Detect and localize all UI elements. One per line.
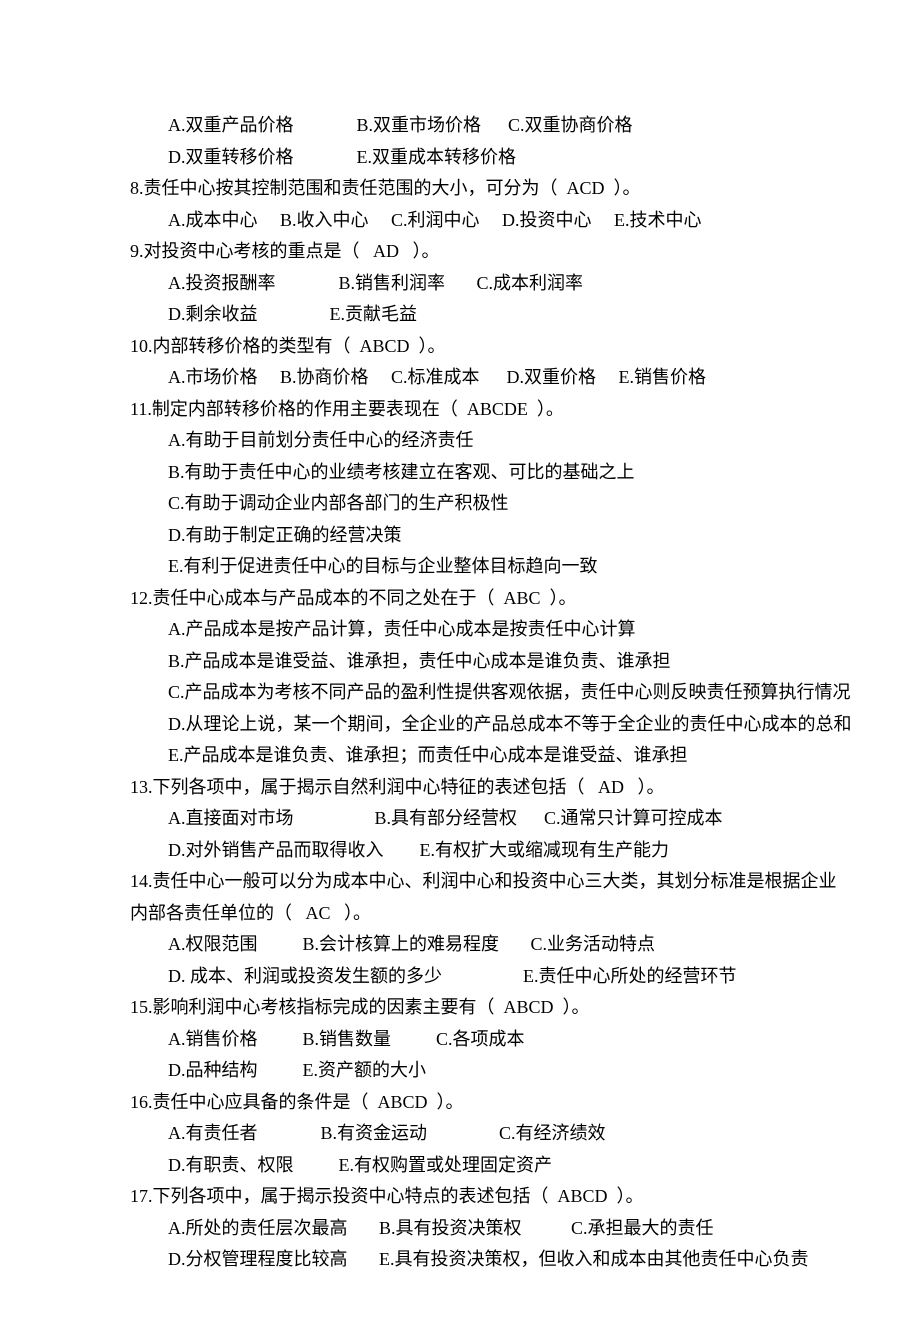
option-line: A.所处的责任层次最高 B.具有投资决策权 C.承担最大的责任 [130,1213,790,1245]
question-line: 17.下列各项中，属于揭示投资中心特点的表述包括（ ABCD ）。 [130,1181,790,1213]
option-line: D.剩余收益 E.贡献毛益 [130,299,790,331]
option-line: A.有助于目前划分责任中心的经济责任 [130,425,790,457]
option-line: D.对外销售产品而取得收入 E.有权扩大或缩减现有生产能力 [130,835,790,867]
option-line: B.产品成本是谁受益、谁承担，责任中心成本是谁负责、谁承担 [130,646,790,678]
option-line: A.投资报酬率 B.销售利润率 C.成本利润率 [130,268,790,300]
option-line: D.有助于制定正确的经营决策 [130,520,790,552]
question-line: 14.责任中心一般可以分为成本中心、利润中心和投资中心三大类，其划分标准是根据企… [130,866,790,898]
option-line: E.产品成本是谁负责、谁承担；而责任中心成本是谁受益、谁承担 [130,740,790,772]
question-line: 12.责任中心成本与产品成本的不同之处在于（ ABC ）。 [130,583,790,615]
question-line: 10.内部转移价格的类型有（ ABCD ）。 [130,331,790,363]
option-line: E.有利于促进责任中心的目标与企业整体目标趋向一致 [130,551,790,583]
option-line: C.有助于调动企业内部各部门的生产积极性 [130,488,790,520]
option-line: D.双重转移价格 E.双重成本转移价格 [130,142,790,174]
option-line: A.双重产品价格 B.双重市场价格 C.双重协商价格 [130,110,790,142]
option-line: D. 成本、利润或投资发生额的多少 E.责任中心所处的经营环节 [130,961,790,993]
question-line: 15.影响利润中心考核指标完成的因素主要有（ ABCD ）。 [130,992,790,1024]
option-line: A.直接面对市场 B.具有部分经营权 C.通常只计算可控成本 [130,803,790,835]
question-line: 9.对投资中心考核的重点是（ AD ）。 [130,236,790,268]
option-line: D.品种结构 E.资产额的大小 [130,1055,790,1087]
question-line: 16.责任中心应具备的条件是（ ABCD ）。 [130,1087,790,1119]
question-line: 8.责任中心按其控制范围和责任范围的大小，可分为（ ACD ）。 [130,173,790,205]
option-line: D.分权管理程度比较高 E.具有投资决策权，但收入和成本由其他责任中心负责 [130,1244,790,1276]
option-line: A.成本中心 B.收入中心 C.利润中心 D.投资中心 E.技术中心 [130,205,790,237]
option-line: A.销售价格 B.销售数量 C.各项成本 [130,1024,790,1056]
page-content: A.双重产品价格 B.双重市场价格 C.双重协商价格 D.双重转移价格 E.双重… [0,0,920,1336]
option-line: A.权限范围 B.会计核算上的难易程度 C.业务活动特点 [130,929,790,961]
option-line: D.从理论上说，某一个期间，全企业的产品总成本不等于全企业的责任中心成本的总和 [130,709,790,741]
option-line: D.有职责、权限 E.有权购置或处理固定资产 [130,1150,790,1182]
question-line: 内部各责任单位的（ AC ）。 [130,898,790,930]
option-line: A.产品成本是按产品计算，责任中心成本是按责任中心计算 [130,614,790,646]
option-line: C.产品成本为考核不同产品的盈利性提供客观依据，责任中心则反映责任预算执行情况 [130,677,790,709]
option-line: A.市场价格 B.协商价格 C.标准成本 D.双重价格 E.销售价格 [130,362,790,394]
question-line: 11.制定内部转移价格的作用主要表现在（ ABCDE ）。 [130,394,790,426]
option-line: B.有助于责任中心的业绩考核建立在客观、可比的基础之上 [130,457,790,489]
option-line: A.有责任者 B.有资金运动 C.有经济绩效 [130,1118,790,1150]
question-line: 13.下列各项中，属于揭示自然利润中心特征的表述包括（ AD ）。 [130,772,790,804]
